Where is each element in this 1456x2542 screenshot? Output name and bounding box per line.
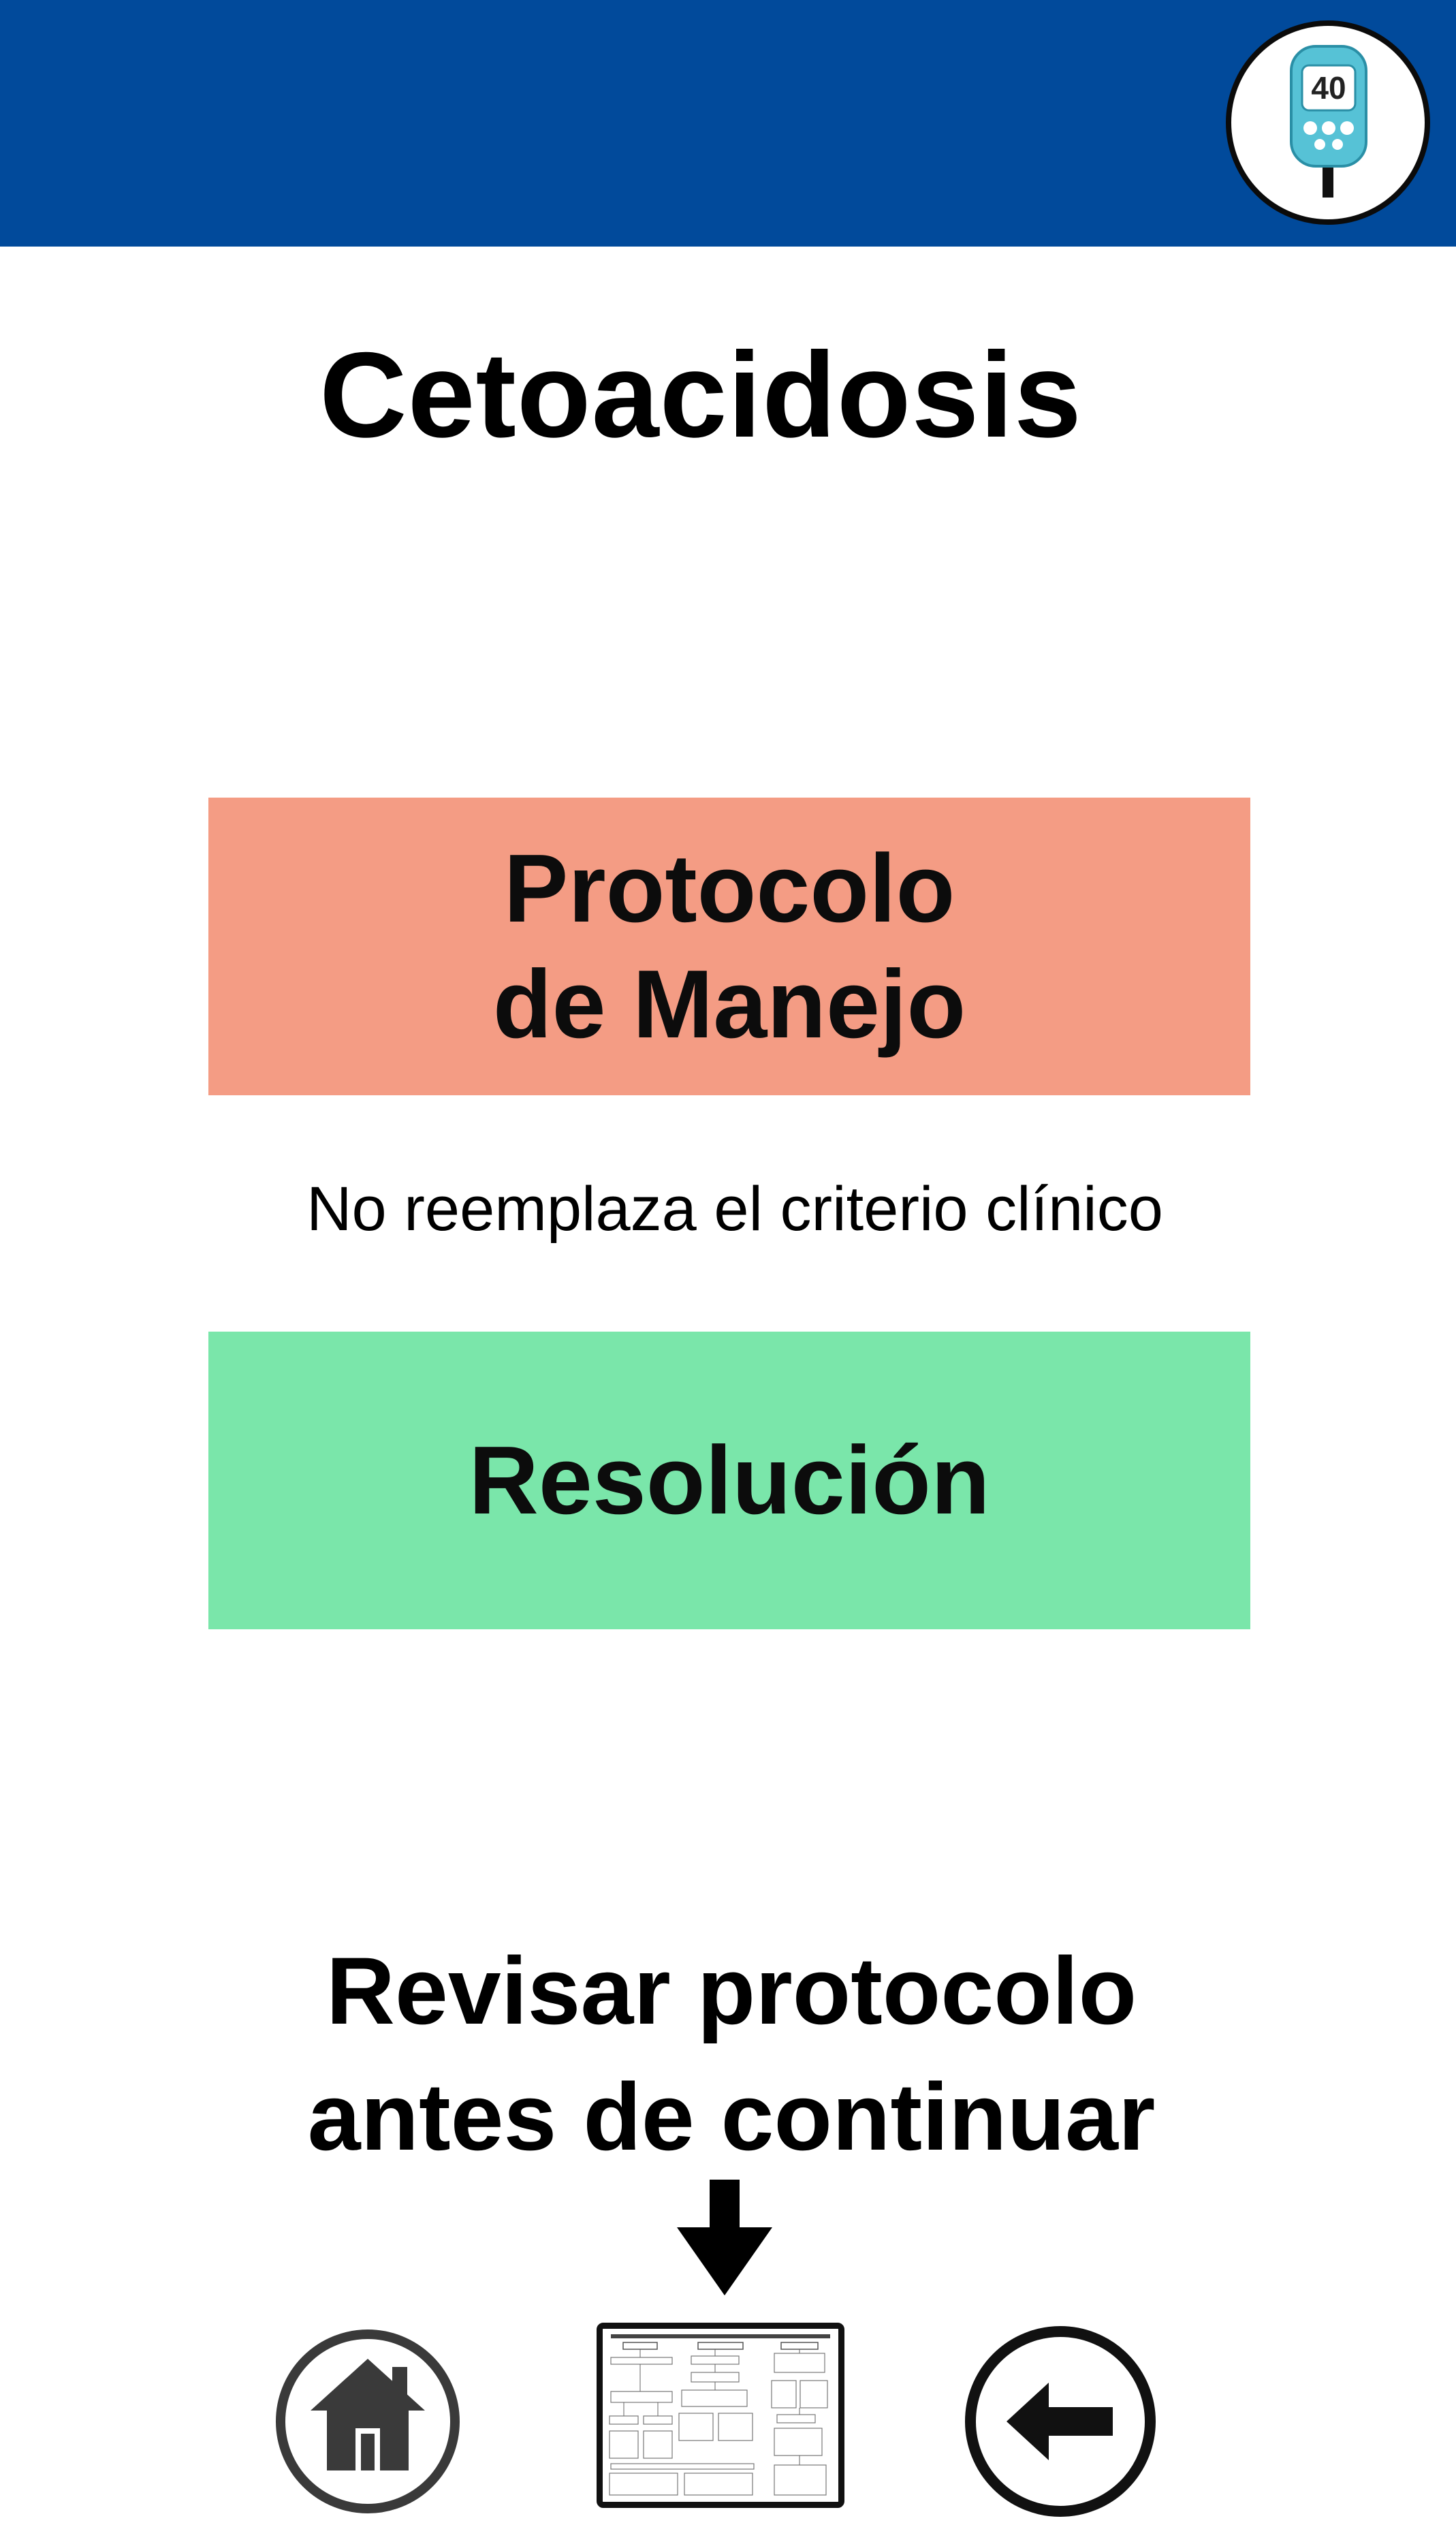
- disclaimer-text: No reemplaza el criterio clínico: [306, 1174, 1163, 1244]
- back-arrow-icon: [965, 2326, 1156, 2517]
- glucometer-icon: 40: [1290, 45, 1367, 198]
- protocol-button[interactable]: Protocolo de Manejo: [208, 798, 1250, 1095]
- home-button[interactable]: [272, 2326, 463, 2517]
- protocol-button-line1: Protocolo: [503, 834, 955, 943]
- review-note-line1: Revisar protocolo: [326, 1937, 1137, 2044]
- review-note-line2: antes de continuar: [307, 2063, 1156, 2170]
- protocol-thumbnail-button[interactable]: [597, 2323, 844, 2508]
- app-header: 40: [0, 0, 1456, 247]
- page-title: Cetoacidosis: [319, 327, 1082, 462]
- glucometer-reading: 40: [1311, 70, 1346, 106]
- down-arrow-icon: [677, 2180, 772, 2295]
- home-icon: [276, 2329, 460, 2513]
- review-note: Revisar protocolo antes de continuar: [0, 1928, 1456, 2180]
- protocol-flowchart-thumbnail: [603, 2329, 838, 2502]
- protocol-button-line2: de Manejo: [492, 950, 966, 1058]
- glucometer-badge[interactable]: 40: [1226, 20, 1430, 225]
- back-button[interactable]: [962, 2323, 1159, 2520]
- resolution-button[interactable]: Resolución: [208, 1332, 1250, 1629]
